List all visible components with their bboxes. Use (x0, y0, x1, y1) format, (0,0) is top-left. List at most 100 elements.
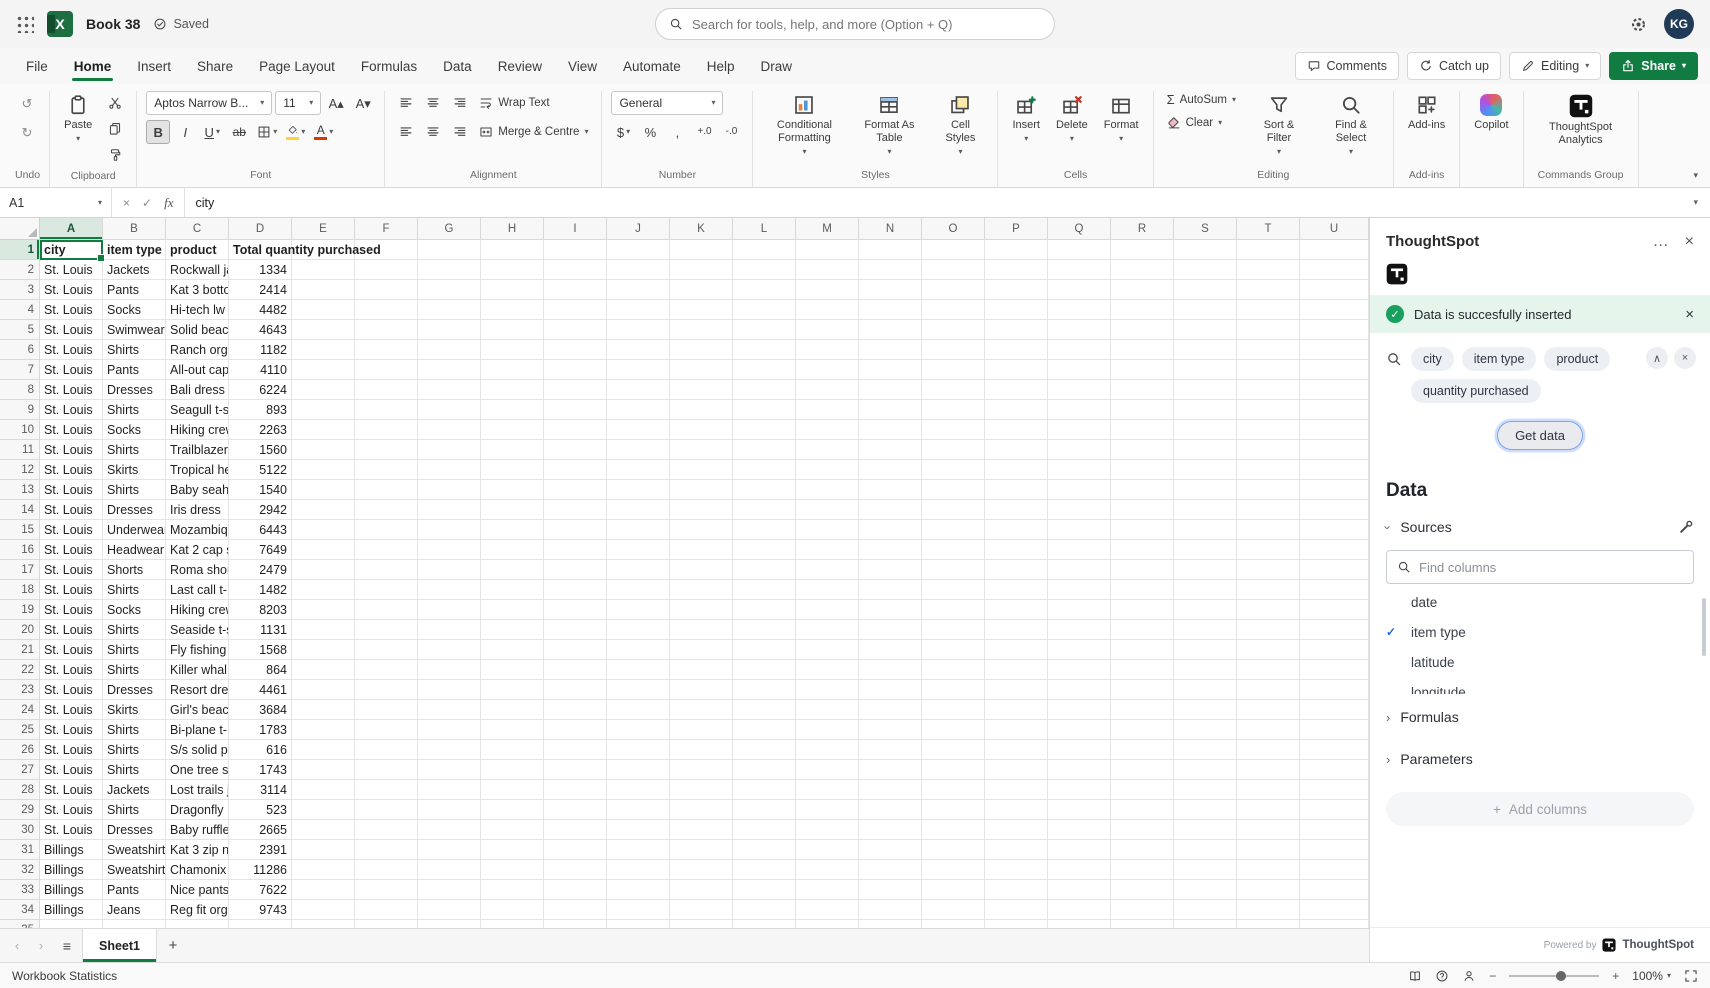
banner-close-button[interactable]: × (1685, 306, 1694, 323)
cell-B9[interactable]: Shirts (103, 400, 166, 420)
cell-C2[interactable]: Rockwall ja (166, 260, 229, 280)
cell-B29[interactable]: Shirts (103, 800, 166, 820)
row-header-21[interactable]: 21 (0, 640, 40, 660)
cell-N15[interactable] (859, 520, 922, 540)
insert-function-button[interactable]: fx (164, 195, 173, 211)
collapse-ribbon-button[interactable]: ▾ (1693, 170, 1698, 181)
addins-button[interactable]: Add-ins (1403, 91, 1450, 135)
cell-M17[interactable] (796, 560, 859, 580)
cell-F4[interactable] (355, 300, 418, 320)
row-header-31[interactable]: 31 (0, 840, 40, 860)
cell-R21[interactable] (1111, 640, 1174, 660)
cell-E9[interactable] (292, 400, 355, 420)
cell-N16[interactable] (859, 540, 922, 560)
cell-G13[interactable] (418, 480, 481, 500)
cell-U8[interactable] (1300, 380, 1369, 400)
cell-B19[interactable]: Socks (103, 600, 166, 620)
cell-A22[interactable]: St. Louis (40, 660, 103, 680)
cell-P34[interactable] (985, 900, 1048, 920)
cell-M20[interactable] (796, 620, 859, 640)
column-header-N[interactable]: N (859, 218, 922, 240)
cell-R3[interactable] (1111, 280, 1174, 300)
cell-L26[interactable] (733, 740, 796, 760)
cell-C13[interactable]: Baby seah (166, 480, 229, 500)
format-painter-button[interactable] (103, 143, 127, 167)
cell-A3[interactable]: St. Louis (40, 280, 103, 300)
cell-L34[interactable] (733, 900, 796, 920)
cell-P1[interactable] (985, 240, 1048, 260)
cell-F28[interactable] (355, 780, 418, 800)
cell-I30[interactable] (544, 820, 607, 840)
cell-M35[interactable] (796, 920, 859, 928)
cell-L22[interactable] (733, 660, 796, 680)
cell-F27[interactable] (355, 760, 418, 780)
cell-Q20[interactable] (1048, 620, 1111, 640)
cell-N6[interactable] (859, 340, 922, 360)
cell-U19[interactable] (1300, 600, 1369, 620)
cell-T33[interactable] (1237, 880, 1300, 900)
cell-J5[interactable] (607, 320, 670, 340)
cell-C17[interactable]: Roma shor (166, 560, 229, 580)
cell-E25[interactable] (292, 720, 355, 740)
increase-font-size-button[interactable]: A▴ (324, 91, 348, 115)
cell-O28[interactable] (922, 780, 985, 800)
cell-E22[interactable] (292, 660, 355, 680)
cell-R12[interactable] (1111, 460, 1174, 480)
cell-P29[interactable] (985, 800, 1048, 820)
panel-close-button[interactable]: × (1685, 234, 1694, 250)
cell-F15[interactable] (355, 520, 418, 540)
cell-L19[interactable] (733, 600, 796, 620)
cell-R18[interactable] (1111, 580, 1174, 600)
copilot-button[interactable]: Copilot (1469, 91, 1513, 135)
cell-L8[interactable] (733, 380, 796, 400)
cell-D34[interactable]: 9743 (229, 900, 292, 920)
cell-U25[interactable] (1300, 720, 1369, 740)
fit-to-screen-icon[interactable] (1684, 969, 1698, 983)
cell-U14[interactable] (1300, 500, 1369, 520)
cell-R27[interactable] (1111, 760, 1174, 780)
cell-Q10[interactable] (1048, 420, 1111, 440)
cell-G3[interactable] (418, 280, 481, 300)
align-left-button[interactable] (394, 120, 418, 144)
row-header-20[interactable]: 20 (0, 620, 40, 640)
cell-K4[interactable] (670, 300, 733, 320)
cell-M16[interactable] (796, 540, 859, 560)
cell-K27[interactable] (670, 760, 733, 780)
cell-G18[interactable] (418, 580, 481, 600)
cell-O26[interactable] (922, 740, 985, 760)
cell-R22[interactable] (1111, 660, 1174, 680)
cell-B28[interactable]: Jackets (103, 780, 166, 800)
cell-I35[interactable] (544, 920, 607, 928)
name-box[interactable]: A1 ▾ (0, 188, 112, 217)
cell-A18[interactable]: St. Louis (40, 580, 103, 600)
cell-I22[interactable] (544, 660, 607, 680)
cell-N22[interactable] (859, 660, 922, 680)
cell-M4[interactable] (796, 300, 859, 320)
cell-M31[interactable] (796, 840, 859, 860)
cell-D13[interactable]: 1540 (229, 480, 292, 500)
cell-I11[interactable] (544, 440, 607, 460)
confirm-entry-button[interactable]: ✓ (142, 196, 152, 210)
cell-H33[interactable] (481, 880, 544, 900)
column-header-S[interactable]: S (1174, 218, 1237, 240)
cell-A8[interactable]: St. Louis (40, 380, 103, 400)
selected-cell[interactable]: city (40, 240, 103, 260)
cell-T13[interactable] (1237, 480, 1300, 500)
cell-I15[interactable] (544, 520, 607, 540)
cell-S9[interactable] (1174, 400, 1237, 420)
cell-K1[interactable] (670, 240, 733, 260)
cell-O4[interactable] (922, 300, 985, 320)
cell-R16[interactable] (1111, 540, 1174, 560)
cell-H23[interactable] (481, 680, 544, 700)
cell-C14[interactable]: Iris dress (166, 500, 229, 520)
clear-search-button[interactable]: × (1674, 347, 1696, 369)
cell-L1[interactable] (733, 240, 796, 260)
cell-F11[interactable] (355, 440, 418, 460)
cell-B24[interactable]: Skirts (103, 700, 166, 720)
cell-G17[interactable] (418, 560, 481, 580)
find-columns-input[interactable] (1419, 560, 1683, 575)
cell-N1[interactable] (859, 240, 922, 260)
cell-C19[interactable]: Hiking crew (166, 600, 229, 620)
row-header-7[interactable]: 7 (0, 360, 40, 380)
cell-T22[interactable] (1237, 660, 1300, 680)
